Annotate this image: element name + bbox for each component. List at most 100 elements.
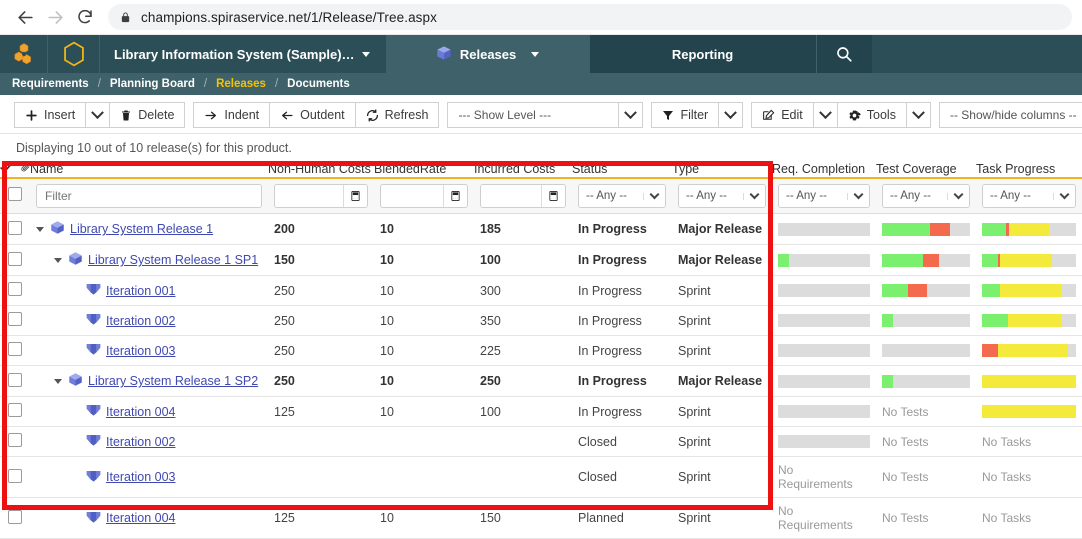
- column-header-non-human-costs[interactable]: Non-Human Costs: [268, 161, 374, 178]
- column-header-req-completion[interactable]: Req. Completion: [772, 161, 876, 178]
- checkbox-unchecked-icon[interactable]: [8, 187, 22, 201]
- row-select-cell: [0, 457, 30, 498]
- indent-button[interactable]: Indent: [193, 102, 270, 128]
- nav-tab-reporting[interactable]: Reporting: [590, 35, 816, 73]
- release-name-link[interactable]: Iteration 002: [106, 435, 176, 449]
- breadcrumb-item-releases[interactable]: Releases: [216, 78, 266, 90]
- search-input[interactable]: [36, 184, 262, 208]
- show-level-dropdown-button[interactable]: [619, 102, 643, 128]
- row-non-human-costs: 250: [268, 306, 374, 336]
- nav-tab-releases[interactable]: Releases: [386, 35, 590, 73]
- test-coverage-segment: [882, 375, 893, 388]
- table-row[interactable]: Iteration 00125010300In ProgressSprint: [0, 276, 1082, 306]
- row-type: Sprint: [672, 276, 772, 306]
- expand-collapse-icon[interactable]: [54, 379, 62, 384]
- back-icon[interactable]: [10, 2, 40, 32]
- show-hide-columns-select[interactable]: -- Show/hide columns --: [939, 102, 1082, 128]
- incurred-costs-filter[interactable]: [480, 184, 566, 208]
- column-header-name[interactable]: Name: [30, 161, 268, 178]
- release-name-link[interactable]: Library System Release 1 SP1: [88, 253, 258, 267]
- table-row[interactable]: Iteration 00225010350In ProgressSprint: [0, 306, 1082, 336]
- column-header-test-coverage[interactable]: Test Coverage: [876, 161, 976, 178]
- filter-non-human-costs-cell: [268, 178, 374, 214]
- row-checkbox[interactable]: [8, 312, 22, 326]
- release-name-link[interactable]: Iteration 004: [106, 405, 176, 419]
- spira-hex-cluster-logo[interactable]: [0, 35, 48, 73]
- table-row[interactable]: Iteration 003ClosedSprintNo Requirements…: [0, 457, 1082, 498]
- refresh-button[interactable]: Refresh: [356, 102, 440, 128]
- show-level-select[interactable]: --- Show Level ---: [447, 102, 619, 128]
- tools-button[interactable]: Tools: [838, 102, 907, 128]
- release-name-link[interactable]: Library System Release 1 SP2: [88, 374, 258, 388]
- row-checkbox[interactable]: [8, 282, 22, 296]
- address-bar[interactable]: champions.spiraservice.net/1/Release/Tre…: [108, 4, 1072, 30]
- row-status: In Progress: [572, 366, 672, 397]
- row-checkbox[interactable]: [8, 252, 22, 266]
- filter-button[interactable]: Filter: [651, 102, 719, 128]
- release-name-link[interactable]: Iteration 003: [106, 470, 176, 484]
- row-checkbox[interactable]: [8, 342, 22, 356]
- row-test-coverage: [876, 276, 976, 306]
- expand-collapse-icon[interactable]: [54, 258, 62, 263]
- req-completion-bar: [778, 375, 870, 388]
- row-type: Sprint: [672, 336, 772, 366]
- outdent-button[interactable]: Outdent: [270, 102, 355, 128]
- row-non-human-costs: 250: [268, 336, 374, 366]
- product-selector[interactable]: Library Information System (Sample)…: [100, 35, 386, 73]
- calculator-icon[interactable]: [541, 185, 565, 207]
- table-row[interactable]: Library System Release 1 SP225010250In P…: [0, 366, 1082, 397]
- row-checkbox[interactable]: [8, 469, 22, 483]
- breadcrumb-item-requirements[interactable]: Requirements: [12, 78, 89, 90]
- non-human-costs-filter[interactable]: [274, 184, 368, 208]
- arrow-right-icon: [204, 109, 218, 122]
- reload-icon[interactable]: [70, 2, 100, 32]
- row-checkbox[interactable]: [8, 373, 22, 387]
- table-row[interactable]: Iteration 002ClosedSprintNo TestsNo Task…: [0, 427, 1082, 457]
- insert-dropdown-button[interactable]: [86, 102, 110, 128]
- hexagon-outline-icon[interactable]: [48, 35, 100, 73]
- column-header-status[interactable]: Status: [572, 161, 672, 178]
- blended-rate-filter[interactable]: [380, 184, 468, 208]
- delete-button[interactable]: Delete: [110, 102, 185, 128]
- req-completion-filter-select[interactable]: -- Any --: [778, 184, 870, 208]
- tools-dropdown-button[interactable]: [907, 102, 931, 128]
- table-row[interactable]: Iteration 00412510150PlannedSprintNo Req…: [0, 498, 1082, 539]
- edit-button[interactable]: Edit: [751, 102, 814, 128]
- search-icon[interactable]: [816, 35, 872, 73]
- release-name-link[interactable]: Library System Release 1: [70, 222, 213, 236]
- edit-dropdown-button[interactable]: [814, 102, 838, 128]
- forward-icon[interactable]: [40, 2, 70, 32]
- table-row[interactable]: Library System Release 120010185In Progr…: [0, 214, 1082, 245]
- insert-button[interactable]: Insert: [14, 102, 86, 128]
- column-header-task-progress[interactable]: Task Progress: [976, 161, 1082, 178]
- column-header-incurred-costs[interactable]: Incurred Costs: [474, 161, 572, 178]
- table-row[interactable]: Iteration 00412510100In ProgressSprintNo…: [0, 397, 1082, 427]
- release-name-link[interactable]: Iteration 003: [106, 344, 176, 358]
- column-header-select[interactable]: [0, 161, 30, 178]
- release-name-link[interactable]: Iteration 001: [106, 284, 176, 298]
- status-filter-select[interactable]: -- Any --: [578, 184, 666, 208]
- expand-collapse-icon[interactable]: [36, 227, 44, 232]
- release-name-link[interactable]: Iteration 004: [106, 511, 176, 525]
- row-type: Sprint: [672, 427, 772, 457]
- filter-dropdown-button[interactable]: [719, 102, 743, 128]
- row-type: Sprint: [672, 306, 772, 336]
- type-filter-select[interactable]: -- Any --: [678, 184, 766, 208]
- task-progress-filter-select[interactable]: -- Any --: [982, 184, 1076, 208]
- calculator-icon[interactable]: [343, 185, 367, 207]
- table-row[interactable]: Iteration 00325010225In ProgressSprint: [0, 336, 1082, 366]
- table-row[interactable]: Library System Release 1 SP115010100In P…: [0, 245, 1082, 276]
- breadcrumb-item-planning-board[interactable]: Planning Board: [110, 78, 195, 90]
- row-checkbox[interactable]: [8, 433, 22, 447]
- row-checkbox[interactable]: [8, 221, 22, 235]
- calculator-icon[interactable]: [443, 185, 467, 207]
- column-header-blended-rate[interactable]: BlendedRate: [374, 161, 474, 178]
- column-header-type[interactable]: Type: [672, 161, 772, 178]
- release-name-link[interactable]: Iteration 002: [106, 314, 176, 328]
- check-icon[interactable]: [0, 162, 13, 176]
- row-checkbox[interactable]: [8, 510, 22, 524]
- row-checkbox[interactable]: [8, 403, 22, 417]
- test-coverage-filter-select[interactable]: -- Any --: [882, 184, 970, 208]
- test-coverage-segment: [882, 314, 893, 327]
- breadcrumb-item-documents[interactable]: Documents: [287, 78, 350, 90]
